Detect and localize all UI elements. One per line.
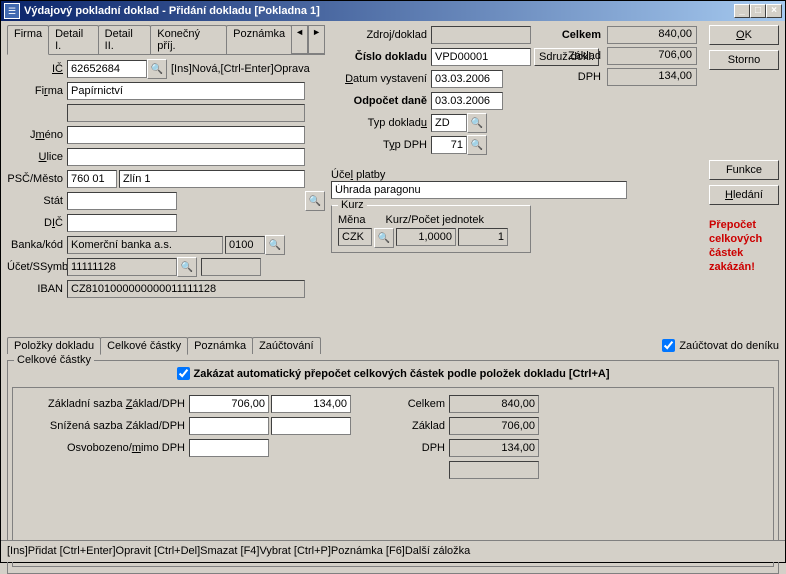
mena-input[interactable] bbox=[338, 228, 372, 246]
firma2-input[interactable] bbox=[67, 104, 305, 122]
ok-button[interactable]: OK bbox=[709, 25, 779, 45]
ucel-input[interactable] bbox=[331, 181, 627, 199]
tab-detail1[interactable]: Detail I. bbox=[48, 25, 99, 54]
sum-extra bbox=[449, 461, 539, 479]
main-tabs: Firma Detail I. Detail II. Konečný příj.… bbox=[7, 25, 325, 55]
reduced-rate-label: Snížená sazba Základ/DPH bbox=[19, 420, 189, 432]
banka-lookup-icon[interactable]: 🔍 bbox=[265, 235, 285, 255]
tab-poznamka2[interactable]: Poznámka bbox=[187, 337, 253, 354]
mena-lookup-icon[interactable]: 🔍 bbox=[374, 228, 394, 248]
minimize-button[interactable]: _ bbox=[734, 4, 750, 18]
ucet-lookup-icon[interactable]: 🔍 bbox=[177, 257, 197, 277]
tab-scroll-left[interactable]: ◄ bbox=[291, 25, 308, 54]
ic-input[interactable] bbox=[67, 60, 147, 78]
stat-input[interactable] bbox=[67, 192, 177, 210]
ssymb-input[interactable] bbox=[201, 258, 261, 276]
storno-button[interactable]: Storno bbox=[709, 50, 779, 70]
ic-hint: [Ins]Nová,[Ctrl-Enter]Oprava bbox=[171, 63, 310, 75]
odpocet-label: Odpočet daně bbox=[331, 95, 431, 107]
kurz-legend: Kurz bbox=[338, 199, 367, 211]
cislo-label: Číslo dokladu bbox=[331, 51, 431, 63]
mena-label: Měna bbox=[338, 214, 366, 226]
ucel-label: Účel platby bbox=[331, 169, 631, 181]
jmeno-label: Jméno bbox=[7, 129, 67, 141]
ulice-label: Ulice bbox=[7, 151, 67, 163]
r3a-input[interactable] bbox=[189, 439, 269, 457]
typdok-input[interactable] bbox=[431, 114, 467, 132]
psc-label: PSČ/Město bbox=[7, 173, 67, 185]
tab-poznamka[interactable]: Poznámka bbox=[226, 25, 292, 54]
ucet-label: Účet/SSymb bbox=[7, 261, 67, 273]
kurzpj-label: Kurz/Počet jednotek bbox=[386, 214, 484, 226]
zaklad-label: Základ bbox=[537, 50, 607, 62]
app-icon: ☰ bbox=[4, 3, 20, 19]
tab-detail2[interactable]: Detail II. bbox=[98, 25, 152, 54]
zdroj-label: Zdroj/doklad bbox=[331, 29, 431, 41]
dic-label: DIČ bbox=[7, 217, 67, 229]
basic-rate-label: Základní sazba Základ/DPH bbox=[19, 398, 189, 410]
odpocet-input[interactable] bbox=[431, 92, 503, 110]
celkove-legend: Celkové částky bbox=[14, 354, 94, 366]
iban-input[interactable] bbox=[67, 280, 305, 298]
banka-input[interactable] bbox=[67, 236, 223, 254]
banka-label: Banka/kód bbox=[7, 239, 67, 251]
mesto-input[interactable] bbox=[119, 170, 305, 188]
pocet-input[interactable] bbox=[458, 228, 508, 246]
celkem-value: 840,00 bbox=[607, 26, 697, 44]
hledani-button[interactable]: Hledání bbox=[709, 185, 779, 205]
maximize-button[interactable]: □ bbox=[750, 4, 766, 18]
celkem-label: Celkem bbox=[537, 29, 607, 41]
psc-input[interactable] bbox=[67, 170, 117, 188]
r2a-input[interactable] bbox=[189, 417, 269, 435]
exempt-label: Osvobozeno/mimo DPH bbox=[19, 442, 189, 454]
sum-celkem bbox=[449, 395, 539, 413]
status-bar: [Ins]Přidat [Ctrl+Enter]Opravit [Ctrl+De… bbox=[1, 540, 785, 562]
r1a-input[interactable] bbox=[189, 395, 269, 413]
funkce-button[interactable]: Funkce bbox=[709, 160, 779, 180]
tab-polozky[interactable]: Položky dokladu bbox=[7, 337, 101, 354]
zauctovat-checkbox[interactable]: Zaúčtovat do deníku bbox=[662, 339, 779, 352]
tab-konecny[interactable]: Konečný příj. bbox=[150, 25, 227, 54]
warning-text: Přepočet celkových částek zakázán! bbox=[709, 218, 779, 274]
dph-value: 134,00 bbox=[607, 68, 697, 86]
dic-input[interactable] bbox=[67, 214, 177, 232]
sum-zaklad-label: Základ bbox=[389, 420, 449, 432]
sum-zaklad bbox=[449, 417, 539, 435]
r2b-input[interactable] bbox=[271, 417, 351, 435]
sum-dph-label: DPH bbox=[389, 442, 449, 454]
datum-label: Datum vystavení bbox=[331, 73, 431, 85]
ic-label: IČ bbox=[52, 63, 63, 75]
stat-label: Stát bbox=[7, 195, 67, 207]
jmeno-input[interactable] bbox=[67, 126, 305, 144]
iban-label: IBAN bbox=[7, 283, 67, 295]
tab-zauctovani[interactable]: Zaúčtování bbox=[252, 337, 320, 354]
sum-celkem-label: Celkem bbox=[389, 398, 449, 410]
stat-lookup-icon[interactable]: 🔍 bbox=[305, 191, 325, 211]
tab-firma[interactable]: Firma bbox=[7, 25, 49, 55]
firma-input[interactable] bbox=[67, 82, 305, 100]
zakazat-checkbox[interactable]: Zakázat automatický přepočet celkových č… bbox=[177, 367, 610, 380]
window-title: Výdajový pokladní doklad - Přidání dokla… bbox=[24, 5, 734, 17]
typdph-input[interactable] bbox=[431, 136, 467, 154]
sum-dph bbox=[449, 439, 539, 457]
close-button[interactable]: × bbox=[766, 4, 782, 18]
typdok-lookup-icon[interactable]: 🔍 bbox=[467, 113, 487, 133]
ulice-input[interactable] bbox=[67, 148, 305, 166]
ucet-input[interactable] bbox=[67, 258, 177, 276]
dph-label: DPH bbox=[537, 71, 607, 83]
bankakod-input[interactable] bbox=[225, 236, 265, 254]
titlebar: ☰ Výdajový pokladní doklad - Přidání dok… bbox=[1, 1, 785, 21]
tab-scroll-right[interactable]: ► bbox=[308, 25, 325, 54]
firma-label: Firma bbox=[7, 85, 67, 97]
zaklad-value: 706,00 bbox=[607, 47, 697, 65]
kurz-input[interactable] bbox=[396, 228, 456, 246]
typdph-label: Typ DPH bbox=[331, 139, 431, 151]
r1b-input[interactable] bbox=[271, 395, 351, 413]
typdok-label: Typ dokladu bbox=[331, 117, 431, 129]
ic-lookup-icon[interactable]: 🔍 bbox=[147, 59, 167, 79]
tab-celkove[interactable]: Celkové částky bbox=[100, 337, 188, 355]
typdph-lookup-icon[interactable]: 🔍 bbox=[467, 135, 487, 155]
